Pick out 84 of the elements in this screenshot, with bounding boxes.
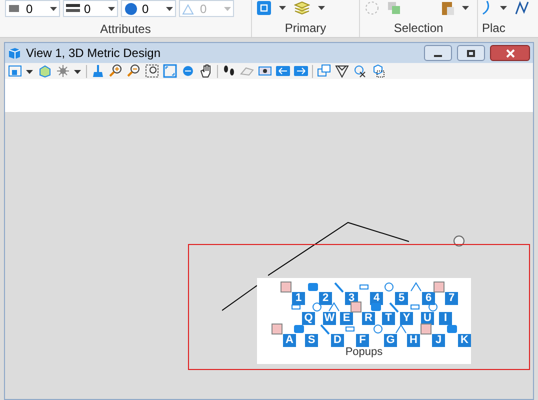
zoom-out-icon[interactable] [127, 64, 141, 78]
hand-icon[interactable] [199, 64, 213, 78]
tool-icon[interactable] [271, 323, 283, 335]
ribbon-group-label: Plac [482, 20, 506, 37]
close-icon [506, 48, 514, 58]
dropdown-value: 0 [142, 0, 149, 18]
tool-icon[interactable] [370, 301, 382, 313]
shortcut-key[interactable]: Q [302, 312, 315, 325]
caret-icon[interactable] [500, 6, 507, 10]
sphere-icon [124, 2, 138, 16]
minimize-icon [434, 54, 442, 56]
attribute-dropdown[interactable]: 0 [5, 0, 60, 17]
ribbon-group-label: Selection [394, 20, 444, 37]
shortcut-key[interactable]: E [340, 312, 353, 325]
view-cube-icon[interactable] [335, 64, 349, 78]
attribute-dropdown[interactable]: 0 [63, 0, 118, 17]
close-button[interactable] [490, 45, 530, 61]
window-title: View 1, 3D Metric Design [26, 45, 160, 62]
shortcut-key[interactable]: A [283, 334, 296, 347]
triangle-icon [182, 2, 196, 16]
ribbon-group-label: Primary [284, 20, 326, 37]
shortcut-key[interactable]: I [439, 312, 452, 325]
arc-icon[interactable] [482, 1, 492, 15]
shortcut-key[interactable]: U [421, 312, 434, 325]
tool-icon[interactable] [307, 281, 319, 293]
shortcut-key[interactable]: J [432, 334, 445, 347]
tool-icon[interactable] [383, 281, 395, 293]
clip-volume-icon[interactable] [353, 64, 367, 78]
popup-title: Popups [345, 345, 383, 360]
clip-mask-icon[interactable] [371, 64, 385, 78]
caret-icon [224, 6, 231, 10]
maximize-icon [467, 50, 475, 56]
tool-icon[interactable] [319, 323, 331, 335]
maximize-button[interactable] [457, 45, 485, 61]
dropdown-value: 0 [84, 0, 91, 18]
tool-icon[interactable] [293, 323, 305, 335]
tool-icon[interactable] [372, 323, 384, 335]
copy-view-icon[interactable] [317, 64, 331, 78]
shortcut-key[interactable]: 5 [395, 292, 408, 305]
shortcut-key[interactable]: G [384, 334, 397, 347]
previous-view-icon[interactable] [276, 64, 290, 78]
tool-icon[interactable] [410, 281, 422, 293]
shortcut-key[interactable]: W [323, 312, 336, 325]
caret-icon[interactable] [318, 6, 325, 10]
tool-icon[interactable] [433, 281, 445, 293]
window-area-icon[interactable] [145, 64, 159, 78]
shortcut-key[interactable]: 7 [445, 292, 458, 305]
shortcut-key[interactable]: T [382, 312, 395, 325]
footsteps-icon[interactable] [222, 64, 236, 78]
dropdown-value: 0 [26, 0, 33, 18]
caret-icon[interactable] [279, 6, 286, 10]
tool-icon[interactable] [427, 301, 439, 313]
tool-icon[interactable] [333, 281, 345, 293]
caret-icon [166, 6, 173, 10]
zoom-in-icon[interactable] [109, 64, 123, 78]
shortcut-key[interactable]: Y [400, 312, 413, 325]
line-segment [222, 285, 257, 311]
shortcut-key[interactable]: K [458, 334, 471, 347]
layers-icon[interactable] [294, 1, 310, 15]
shortcut-key[interactable]: D [331, 334, 344, 347]
attribute-dropdown[interactable]: 0 [121, 0, 176, 17]
line-string-icon[interactable] [515, 1, 529, 15]
shortcut-key[interactable]: 6 [422, 292, 435, 305]
tool-icon[interactable] [280, 281, 292, 293]
caret-icon [108, 6, 115, 10]
shortcut-key[interactable]: 1 [292, 292, 305, 305]
tool-icon[interactable] [420, 323, 432, 335]
tool-icon[interactable] [311, 301, 323, 313]
tool-icon[interactable] [395, 323, 407, 335]
ribbon-group-label: Attributes [100, 21, 151, 38]
shortcut-key[interactable]: 2 [319, 292, 332, 305]
caret-icon [50, 6, 57, 10]
shortcut-key[interactable]: R [362, 312, 375, 325]
tool-icon[interactable] [350, 301, 362, 313]
shortcut-key[interactable]: F [356, 334, 369, 347]
tool-icon[interactable] [446, 323, 458, 335]
caret-icon[interactable] [462, 6, 469, 10]
minimize-button[interactable] [424, 45, 452, 61]
dropdown-value: 0 [200, 0, 207, 18]
tool-icon[interactable] [328, 301, 340, 313]
tool-icon[interactable] [388, 301, 400, 313]
shortcut-key[interactable]: H [407, 334, 420, 347]
shortcut-key[interactable]: S [305, 334, 318, 347]
next-view-icon[interactable] [294, 64, 308, 78]
